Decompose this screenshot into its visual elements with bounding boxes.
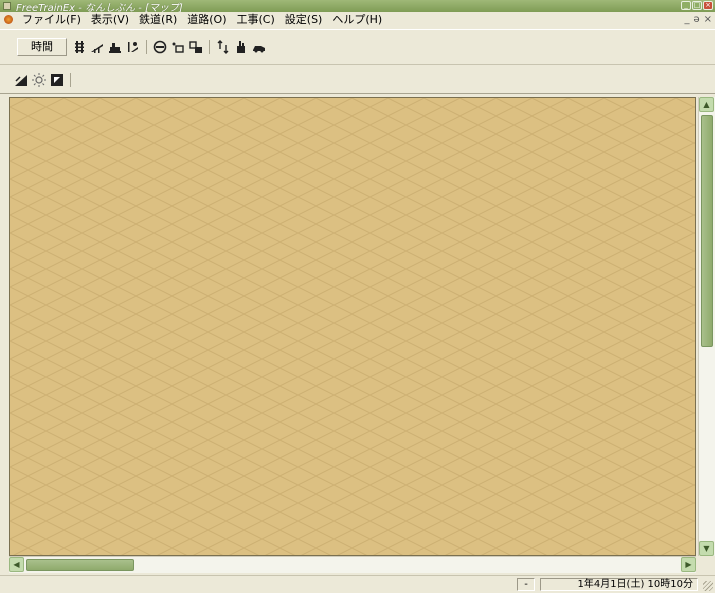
close-button[interactable]: × [703, 1, 713, 10]
mdi-caption-buttons: _ ə × [684, 14, 712, 25]
map-view[interactable] [9, 97, 696, 556]
building-icon[interactable] [189, 40, 203, 54]
scroll-up-button[interactable]: ▲ [699, 97, 714, 112]
menu-settings[interactable]: 設定(S) [280, 13, 328, 27]
window-caption-buttons: _ □ × [681, 1, 713, 10]
minimize-button[interactable]: _ [681, 1, 691, 10]
menu-construction[interactable]: 工事(C) [232, 13, 280, 27]
toolbar-separator [146, 40, 147, 54]
toolbar-separator [70, 73, 71, 87]
menu-help[interactable]: ヘルプ(H) [327, 13, 387, 27]
train-icon[interactable] [216, 40, 230, 54]
main-toolbar: 時間 [0, 29, 715, 65]
rail-track-icon[interactable] [72, 40, 86, 54]
status-bar: - 1年4月1日(土) 10時10分 [0, 575, 715, 593]
sun-icon[interactable] [32, 73, 46, 87]
game-datetime: 1年4月1日(土) 10時10分 [540, 578, 698, 591]
scroll-left-button[interactable]: ◀ [9, 557, 24, 572]
menu-road[interactable]: 道路(O) [182, 13, 231, 27]
time-button[interactable]: 時間 [17, 38, 67, 56]
resize-grip[interactable] [703, 581, 713, 591]
platform-icon[interactable] [126, 40, 140, 54]
app-icon[interactable] [3, 2, 11, 10]
mdi-minimize-button[interactable]: _ [684, 14, 689, 25]
mdi-close-button[interactable]: × [704, 14, 712, 25]
title-bar[interactable]: FreeTrainEx - なんしぶん - [マップ] _ □ × [0, 0, 715, 14]
maximize-button[interactable]: □ [692, 1, 702, 10]
menu-bar: ファイル(F) 表示(V) 鉄道(R) 道路(O) 工事(C) 設定(S) ヘル… [0, 12, 715, 28]
slope-icon[interactable] [234, 40, 248, 54]
station-icon[interactable] [108, 40, 122, 54]
terrain-icon[interactable] [14, 73, 28, 87]
car-icon[interactable] [252, 40, 266, 54]
scrollbar-corner [698, 556, 715, 573]
menu-view[interactable]: 表示(V) [86, 13, 134, 27]
vertical-scrollbar[interactable]: ▲ ▼ [698, 97, 715, 556]
vertical-scroll-thumb[interactable] [701, 115, 713, 347]
signal-icon[interactable] [153, 40, 167, 54]
scroll-down-button[interactable]: ▼ [699, 541, 714, 556]
scroll-right-button[interactable]: ▶ [681, 557, 696, 572]
toolbar-separator [209, 40, 210, 54]
view-toolbar [0, 66, 715, 94]
document-icon[interactable] [4, 15, 13, 24]
menu-railway[interactable]: 鉄道(R) [134, 13, 182, 27]
night-icon[interactable] [50, 73, 64, 87]
menu-file[interactable]: ファイル(F) [17, 13, 86, 27]
map-window: ▲ ▼ ◀ ▶ [0, 94, 715, 575]
bridge-icon[interactable] [90, 40, 104, 54]
road-icon[interactable] [171, 40, 185, 54]
status-minus[interactable]: - [517, 578, 535, 591]
horizontal-scrollbar[interactable]: ◀ ▶ [9, 556, 696, 573]
horizontal-scroll-thumb[interactable] [26, 559, 134, 571]
mdi-restore-button[interactable]: ə [693, 14, 699, 25]
